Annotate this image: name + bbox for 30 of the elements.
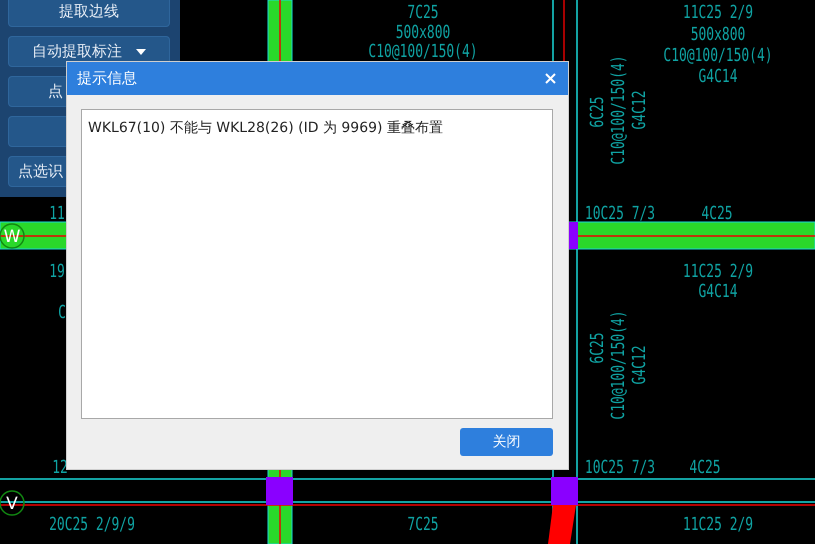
- drawing-label: G4C14: [698, 64, 738, 87]
- drawing-label: 4C25: [701, 202, 733, 224]
- close-button[interactable]: 关闭: [460, 428, 553, 456]
- drawing-label: 10C25 7/3: [584, 456, 656, 478]
- drawing-label: 7C25: [407, 0, 439, 23]
- drawing-label: 6C25: [586, 332, 608, 364]
- drawing-label: C10@100/150(4): [606, 310, 629, 420]
- close-icon[interactable]: [545, 73, 556, 84]
- panel-button[interactable]: 提取边线: [8, 0, 170, 27]
- drawing-label: 12: [52, 456, 68, 478]
- drawing-label: 7C25: [407, 512, 439, 535]
- drawing-label: 11C25 2/9: [682, 260, 754, 282]
- drawing-label: 20C25 2/9/9: [49, 512, 135, 535]
- message-text: WKL67(10) 不能与 WKL28(26) (ID 为 9969) 重叠布置: [88, 120, 443, 136]
- drawing-label: G4C12: [628, 90, 650, 130]
- drawing-label: 6C25: [586, 96, 608, 128]
- drawing-label: C10@100/150(4): [606, 55, 629, 165]
- dialog-title: 提示信息: [77, 69, 137, 88]
- drawing-label: C: [58, 300, 66, 323]
- caret-icon: [136, 48, 146, 54]
- drawing-label: 11C25 2/9: [682, 0, 754, 23]
- drawing-label: 19: [49, 260, 65, 282]
- drawing-label: 500x800: [690, 22, 746, 45]
- drawing-label: G4C12: [628, 346, 650, 384]
- drawing-label: 10C25 7/3: [584, 202, 656, 224]
- drawing-label: 11C25 2/9: [682, 512, 754, 535]
- drawing-label: C10@100/150(4): [663, 44, 773, 66]
- drawing-label: 4C25: [689, 456, 721, 478]
- drawing-label: G4C14: [698, 280, 738, 302]
- drawing-label: 11: [49, 202, 65, 224]
